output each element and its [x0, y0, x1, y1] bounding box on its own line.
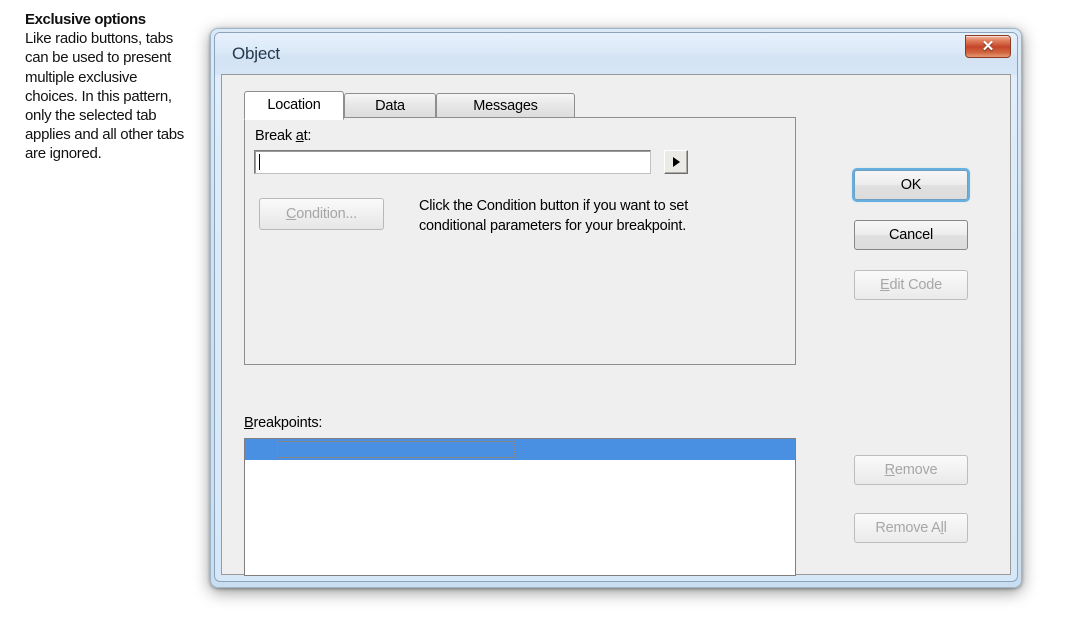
- dialog-client-area: Location Data Messages Break at: Conditi…: [221, 74, 1011, 576]
- object-dialog-window: Object ✕ Location Data Messages Break at…: [210, 28, 1022, 588]
- triangle-right-icon: [673, 157, 680, 167]
- break-at-dropdown-button[interactable]: [664, 150, 688, 174]
- break-at-label-post: t:: [303, 128, 312, 144]
- window-title: Object: [232, 44, 280, 63]
- remove-all-button[interactable]: Remove All: [854, 513, 968, 543]
- edit-code-button[interactable]: Edit Code: [854, 270, 968, 300]
- tab-panel-location: Break at: Condition... Click the Conditi…: [244, 117, 796, 365]
- title-bar[interactable]: Object ✕: [215, 33, 1017, 75]
- ok-button[interactable]: OK: [854, 170, 968, 200]
- remove-button[interactable]: Remove: [854, 455, 968, 485]
- dialog-glass-frame: Object ✕ Location Data Messages Break at…: [214, 32, 1018, 582]
- breakpoints-label: Breakpoints:: [244, 415, 322, 431]
- break-at-label-accel: a: [295, 128, 304, 144]
- annotation-title: Exclusive options: [25, 11, 146, 28]
- tab-messages[interactable]: Messages: [436, 93, 575, 118]
- remove-label: emove: [894, 462, 938, 478]
- break-at-input[interactable]: [254, 150, 651, 174]
- remove-all-label-post: l: [943, 520, 947, 536]
- annotation-body: Like radio buttons, tabs can be used to …: [25, 30, 184, 163]
- tab-strip: Location Data Messages: [244, 91, 804, 120]
- focus-rectangle: [277, 441, 515, 458]
- list-item[interactable]: [245, 439, 795, 460]
- remove-accel: R: [884, 462, 895, 478]
- break-at-label-pre: Break: [255, 128, 296, 144]
- close-icon: ✕: [981, 38, 995, 55]
- condition-button[interactable]: Condition...: [259, 198, 384, 230]
- annotation-block: Exclusive options Like radio buttons, ta…: [25, 10, 185, 164]
- break-at-label: Break at:: [255, 128, 311, 144]
- tab-data[interactable]: Data: [344, 93, 436, 118]
- condition-help-text: Click the Condition button if you want t…: [419, 198, 689, 234]
- condition-button-label: ondition...: [296, 206, 357, 222]
- cancel-button[interactable]: Cancel: [854, 220, 968, 250]
- text-caret: [259, 154, 260, 170]
- breakpoints-listbox[interactable]: [244, 438, 796, 576]
- breakpoints-label-post: reakpoints:: [253, 415, 323, 431]
- remove-all-label-pre: Remove A: [875, 520, 941, 536]
- tab-location[interactable]: Location: [244, 91, 344, 120]
- edit-code-label: dit Code: [889, 277, 943, 293]
- edit-code-accel: E: [880, 277, 890, 293]
- close-button[interactable]: ✕: [965, 35, 1011, 58]
- condition-button-accel: C: [286, 206, 297, 222]
